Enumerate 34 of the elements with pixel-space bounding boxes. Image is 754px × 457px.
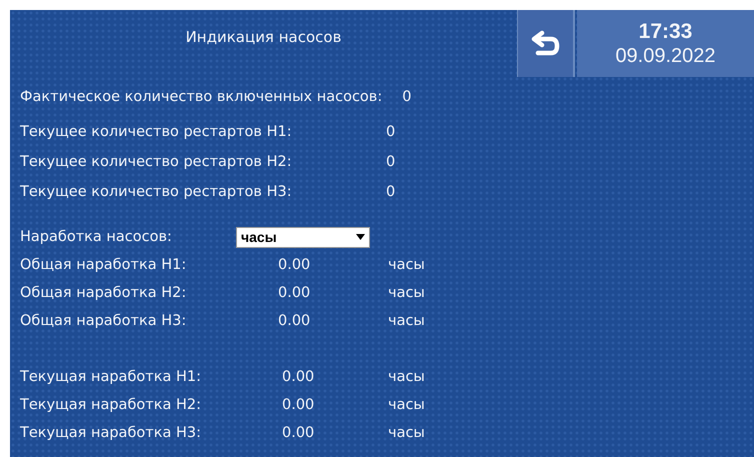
screen-title: Индикация насосов (186, 28, 342, 46)
clock-date: 09.09.2022 (615, 44, 716, 66)
field-label: Наработка насосов: (20, 229, 173, 245)
unit-label: часы (388, 369, 425, 385)
field-value: 0.00 (278, 257, 312, 273)
unit-label: часы (388, 313, 425, 329)
field-label: Текущее количество рестартов Н1: (20, 124, 293, 140)
unit-label: часы (388, 257, 425, 273)
back-arrow-icon (530, 30, 560, 58)
field-label: Текущая наработка Н3: (20, 425, 202, 441)
field-value: 0.00 (278, 285, 312, 301)
field-value: 0.00 (282, 397, 316, 413)
field-label: Текущее количество рестартов Н2: (20, 154, 293, 170)
unit-label: часы (388, 425, 425, 441)
back-button[interactable] (517, 10, 575, 77)
field-label: Общая наработка Н1: (20, 257, 188, 273)
field-label: Текущая наработка Н1: (20, 369, 202, 385)
field-value: 0.00 (278, 313, 312, 329)
field-label: Общая наработка Н3: (20, 313, 188, 329)
field-value: 0.00 (282, 425, 316, 441)
field-value: 0 (386, 124, 396, 140)
field-label: Фактическое количество включенных насосов: (20, 89, 382, 105)
field-label: Общая наработка Н2: (20, 285, 188, 301)
field-value: 0 (386, 154, 396, 170)
unit-label: часы (388, 285, 425, 301)
field-value: 0 (386, 184, 396, 200)
field-value: 0 (402, 89, 412, 105)
clock-time: 17:33 (638, 20, 692, 42)
field-value: 0.00 (282, 369, 316, 385)
unit-label: часы (388, 397, 425, 413)
dropdown-caret-icon (356, 234, 365, 240)
unit-dropdown[interactable]: часы (236, 226, 370, 248)
field-label: Текущая наработка Н2: (20, 397, 202, 413)
field-label: Текущее количество рестартов Н3: (20, 184, 293, 200)
